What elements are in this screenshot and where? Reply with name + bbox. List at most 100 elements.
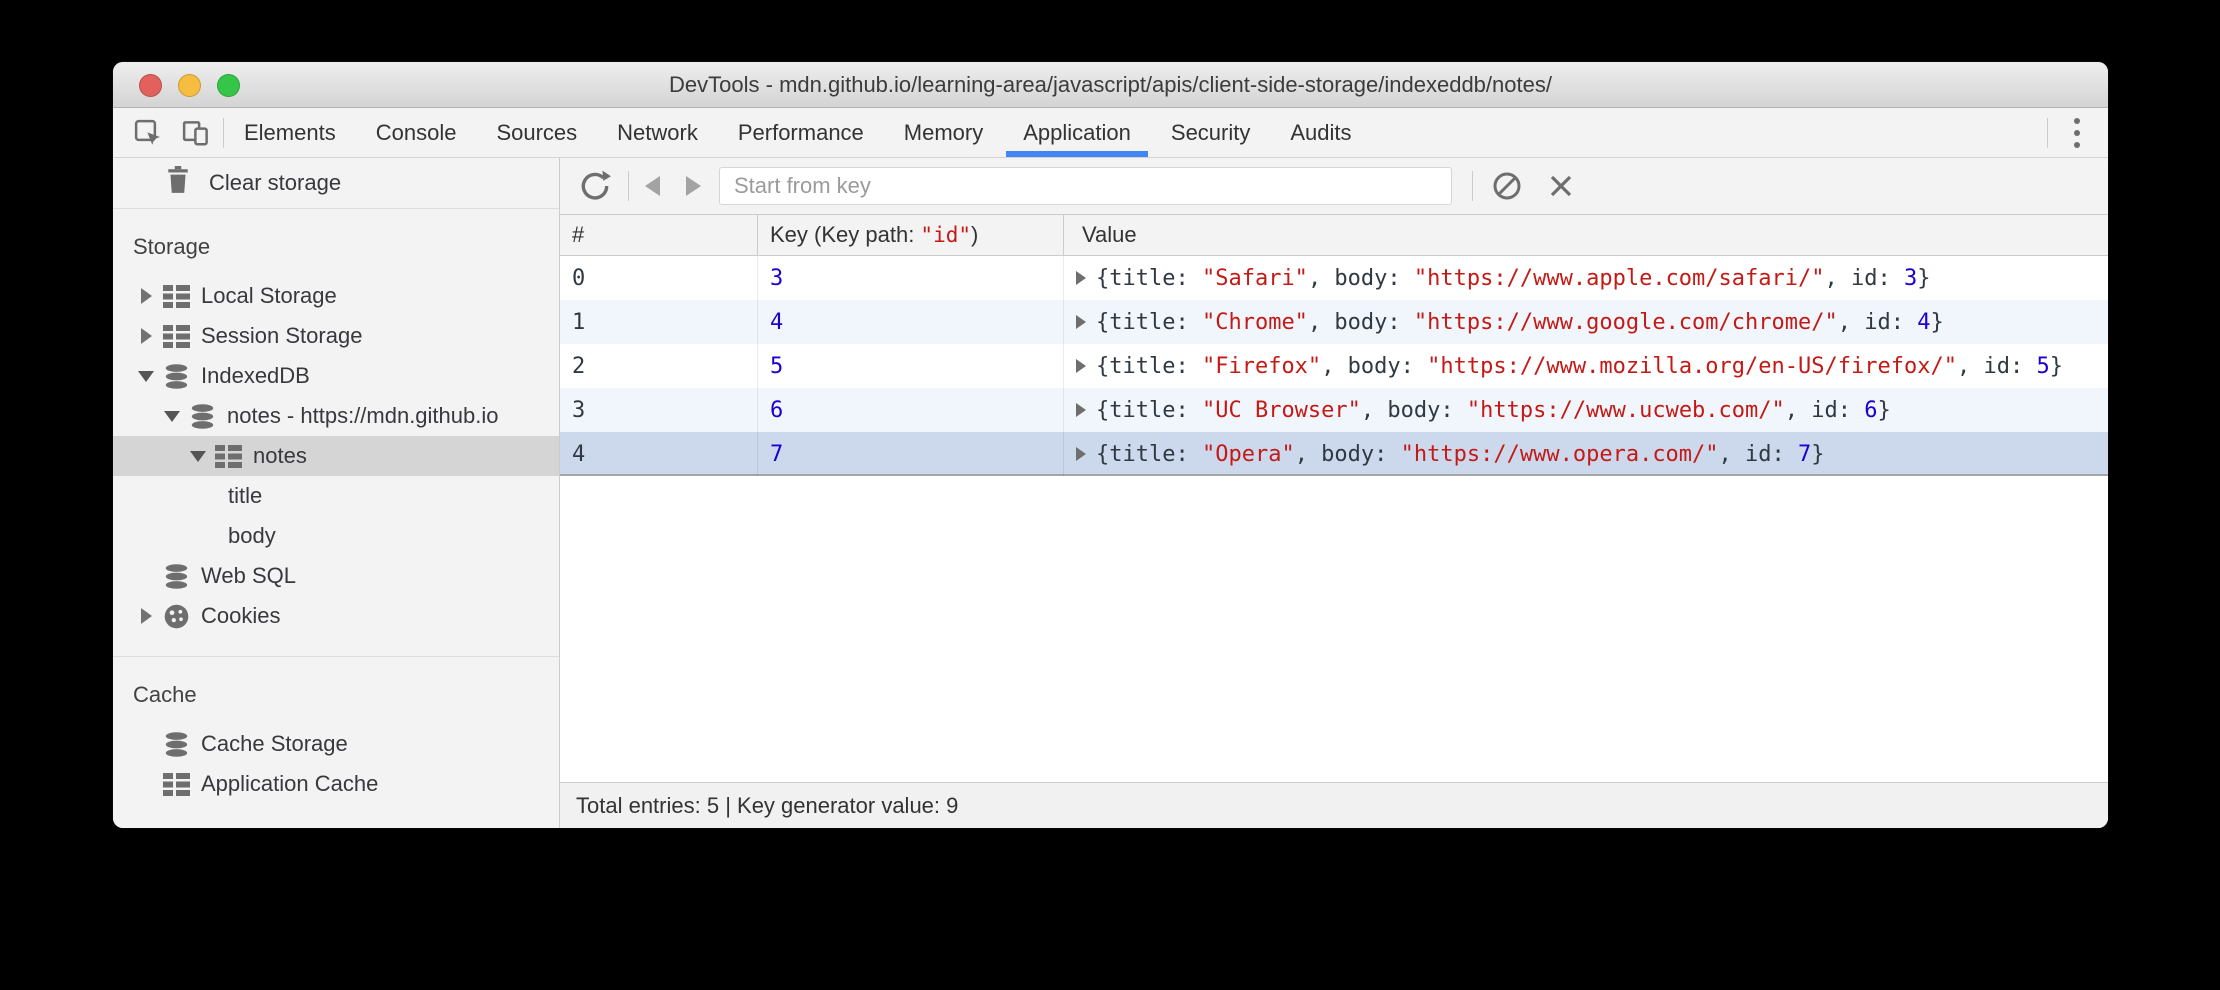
row-key-cell: 6 xyxy=(758,388,1064,432)
row-key-cell: 7 xyxy=(758,432,1064,476)
expand-value-icon[interactable] xyxy=(1076,315,1086,329)
tab-audits[interactable]: Audits xyxy=(1273,108,1368,157)
tab-memory[interactable]: Memory xyxy=(887,108,1000,157)
kebab-menu-icon[interactable] xyxy=(2068,112,2086,154)
table-row[interactable]: 1 4 {title: "Chrome", body: "https://www… xyxy=(560,300,2108,344)
datagrid-header: # Key (Key path: "id") Value xyxy=(560,215,2108,256)
refresh-icon[interactable] xyxy=(578,169,612,203)
table-row-selected[interactable]: 4 7 {title: "Opera", body: "https://www.… xyxy=(560,432,2108,476)
table-icon xyxy=(159,325,201,348)
sidebar-item-web-sql[interactable]: Web SQL xyxy=(113,556,559,596)
sidebar-item-index-body[interactable]: body xyxy=(113,516,559,556)
objectstore-toolbar xyxy=(560,158,2108,215)
next-page-icon[interactable] xyxy=(686,176,701,196)
chevron-down-icon[interactable] xyxy=(159,411,185,422)
device-toolbar-icon[interactable] xyxy=(181,118,211,148)
datagrid-empty-area xyxy=(560,476,2108,782)
tree-item-label: Application Cache xyxy=(201,771,378,797)
application-sidebar: Clear storage Storage Local Storage xyxy=(113,158,560,828)
table-row[interactable]: 0 3 {title: "Safari", body: "https://www… xyxy=(560,256,2108,300)
tab-security[interactable]: Security xyxy=(1154,108,1267,157)
row-value-cell: {title: "UC Browser", body: "https://www… xyxy=(1064,388,2108,432)
sidebar-section-cache: Cache xyxy=(113,657,559,724)
expand-value-icon[interactable] xyxy=(1076,359,1086,373)
sidebar-item-cookies[interactable]: Cookies xyxy=(113,596,559,636)
inspect-element-icon[interactable] xyxy=(133,118,163,148)
tree-item-label: Cookies xyxy=(201,603,280,629)
sidebar-section-storage: Storage xyxy=(113,209,559,276)
tab-elements[interactable]: Elements xyxy=(227,108,353,157)
sidebar-item-index-title[interactable]: title xyxy=(113,476,559,516)
toolbar-divider xyxy=(1472,171,1473,201)
database-icon xyxy=(185,403,227,430)
row-index-cell: 0 xyxy=(560,256,758,300)
column-header-value[interactable]: Value xyxy=(1064,215,2108,255)
close-window-button[interactable] xyxy=(139,74,162,97)
devtools-tabbar: Elements Console Sources Network Perform… xyxy=(113,108,2108,158)
tree-item-label: notes - https://mdn.github.io xyxy=(227,403,499,429)
table-row[interactable]: 3 6 {title: "UC Browser", body: "https:/… xyxy=(560,388,2108,432)
tabbar-divider xyxy=(223,118,224,148)
sidebar-item-cache-storage[interactable]: Cache Storage xyxy=(113,724,559,764)
status-bar: Total entries: 5 | Key generator value: … xyxy=(560,782,2108,828)
row-key-cell: 5 xyxy=(758,344,1064,388)
row-index-cell: 4 xyxy=(560,432,758,476)
row-value-cell: {title: "Opera", body: "https://www.oper… xyxy=(1064,432,2108,476)
tree-item-label: IndexedDB xyxy=(201,363,310,389)
tab-performance[interactable]: Performance xyxy=(721,108,881,157)
devtools-window: DevTools - mdn.github.io/learning-area/j… xyxy=(113,62,2108,828)
table-icon xyxy=(159,773,201,796)
chevron-right-icon[interactable] xyxy=(133,288,159,304)
tab-network[interactable]: Network xyxy=(600,108,715,157)
column-header-index[interactable]: # xyxy=(560,215,758,255)
clear-storage-label: Clear storage xyxy=(209,170,341,196)
chevron-down-icon[interactable] xyxy=(185,451,211,462)
table-row[interactable]: 2 5 {title: "Firefox", body: "https://ww… xyxy=(560,344,2108,388)
minimize-window-button[interactable] xyxy=(178,74,201,97)
database-icon xyxy=(159,563,201,590)
status-text: Total entries: 5 | Key generator value: … xyxy=(576,793,958,819)
tree-item-label: Local Storage xyxy=(201,283,337,309)
column-header-key[interactable]: Key (Key path: "id") xyxy=(758,215,1064,255)
row-key-cell: 3 xyxy=(758,256,1064,300)
start-from-key-input[interactable] xyxy=(719,167,1452,205)
zoom-window-button[interactable] xyxy=(217,74,240,97)
expand-value-icon[interactable] xyxy=(1076,447,1086,461)
expand-value-icon[interactable] xyxy=(1076,271,1086,285)
traffic-lights xyxy=(139,74,240,97)
sidebar-item-notes-objectstore[interactable]: notes xyxy=(113,436,559,476)
tabbar-left-tools xyxy=(113,108,223,157)
clear-objectstore-icon[interactable] xyxy=(1491,170,1523,202)
tree-item-label: Cache Storage xyxy=(201,731,348,757)
expand-value-icon[interactable] xyxy=(1076,403,1086,417)
cookie-icon xyxy=(159,603,201,630)
chevron-right-icon[interactable] xyxy=(133,328,159,344)
tree-item-label: title xyxy=(228,483,262,509)
sidebar-item-local-storage[interactable]: Local Storage xyxy=(113,276,559,316)
sidebar-item-indexeddb[interactable]: IndexedDB xyxy=(113,356,559,396)
sidebar-item-session-storage[interactable]: Session Storage xyxy=(113,316,559,356)
sidebar-item-clear-storage[interactable]: Clear storage xyxy=(113,158,559,208)
tab-sources[interactable]: Sources xyxy=(479,108,594,157)
row-value-cell: {title: "Firefox", body: "https://www.mo… xyxy=(1064,344,2108,388)
row-index-cell: 3 xyxy=(560,388,758,432)
chevron-right-icon[interactable] xyxy=(133,608,159,624)
toolbar-divider xyxy=(628,171,629,201)
window-titlebar: DevTools - mdn.github.io/learning-area/j… xyxy=(113,62,2108,108)
screenshot-stage: DevTools - mdn.github.io/learning-area/j… xyxy=(0,0,2220,990)
chevron-down-icon[interactable] xyxy=(133,371,159,382)
datagrid-rows: 0 3 {title: "Safari", body: "https://www… xyxy=(560,256,2108,476)
tree-item-label: Session Storage xyxy=(201,323,362,349)
sidebar-item-notes-database[interactable]: notes - https://mdn.github.io xyxy=(113,396,559,436)
tabbar-right-divider xyxy=(2047,118,2048,148)
tab-application[interactable]: Application xyxy=(1006,108,1148,157)
table-icon xyxy=(211,445,253,468)
row-value-cell: {title: "Chrome", body: "https://www.goo… xyxy=(1064,300,2108,344)
window-title: DevTools - mdn.github.io/learning-area/j… xyxy=(669,72,1552,98)
key-path-value: "id" xyxy=(920,223,971,247)
indexeddb-data-view: # Key (Key path: "id") Value 0 3 {title:… xyxy=(560,158,2108,828)
sidebar-item-application-cache[interactable]: Application Cache xyxy=(113,764,559,804)
tab-console[interactable]: Console xyxy=(359,108,474,157)
delete-selected-icon[interactable] xyxy=(1547,172,1575,200)
previous-page-icon[interactable] xyxy=(645,176,660,196)
